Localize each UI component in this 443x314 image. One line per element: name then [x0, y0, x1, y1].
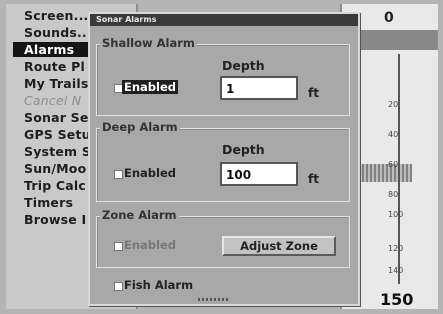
menu-item-sounds[interactable]: Sounds...	[24, 25, 92, 40]
deep-alarm-title: Deep Alarm	[100, 120, 180, 134]
menu-item-timers[interactable]: Timers	[24, 195, 73, 210]
dialog-scroll-grip	[198, 298, 228, 301]
depth-tick: 40	[388, 130, 399, 139]
adjust-zone-button[interactable]: Adjust Zone	[222, 236, 336, 256]
deep-enabled-checkbox[interactable]	[114, 170, 123, 179]
menu-item-sonar-setup[interactable]: Sonar Se	[24, 110, 89, 125]
chart-bottom-depth: 150	[380, 290, 414, 309]
depth-tick: 140	[388, 266, 404, 275]
fish-alarm-checkbox[interactable]	[114, 282, 123, 291]
menu-item-my-trails[interactable]: My Trails	[24, 76, 89, 91]
depth-tick: 120	[388, 244, 404, 253]
dialog-title: Sonar Alarms	[90, 14, 358, 26]
menu-item-gps-setup[interactable]: GPS Setu	[24, 127, 91, 142]
shallow-depth-input[interactable]: 1	[220, 76, 298, 100]
deep-enabled-label[interactable]: Enabled	[124, 166, 176, 180]
menu-item-cancel-navigation[interactable]: Cancel N	[24, 93, 81, 108]
menu-item-trip-calculator[interactable]: Trip Calc	[24, 178, 86, 193]
deep-depth-input[interactable]: 100	[220, 162, 298, 186]
depth-tick: 20	[388, 100, 399, 109]
shallow-depth-unit: ft	[308, 86, 319, 100]
depth-tick: 60	[388, 160, 399, 169]
menu-item-system-setup[interactable]: System S	[24, 144, 91, 159]
zone-alarm-title: Zone Alarm	[100, 208, 179, 222]
shallow-depth-label: Depth	[222, 58, 265, 73]
menu-item-sun-moon[interactable]: Sun/Moo	[24, 161, 86, 176]
zone-enabled-checkbox[interactable]	[114, 242, 123, 251]
menu-item-route-plan[interactable]: Route Pl	[24, 59, 85, 74]
zone-enabled-label[interactable]: Enabled	[124, 238, 176, 252]
chart-top-depth: 0	[384, 10, 394, 26]
depth-tick: 100	[388, 210, 404, 219]
menu-item-browse[interactable]: Browse I	[24, 212, 86, 227]
menu-item-screen[interactable]: Screen...	[24, 8, 88, 23]
depth-tick: 80	[388, 190, 399, 199]
sonar-alarms-dialog: Sonar Alarms Shallow Alarm Enabled Depth…	[88, 12, 360, 306]
deep-depth-label: Depth	[222, 142, 265, 157]
fish-alarm-label[interactable]: Fish Alarm	[124, 278, 193, 292]
shallow-alarm-title: Shallow Alarm	[100, 36, 197, 50]
sonar-screen: Screen... Sounds... Alarms Route Pl My T…	[0, 0, 443, 314]
shallow-enabled-label[interactable]: Enabled	[122, 80, 179, 94]
deep-depth-unit: ft	[308, 172, 319, 186]
